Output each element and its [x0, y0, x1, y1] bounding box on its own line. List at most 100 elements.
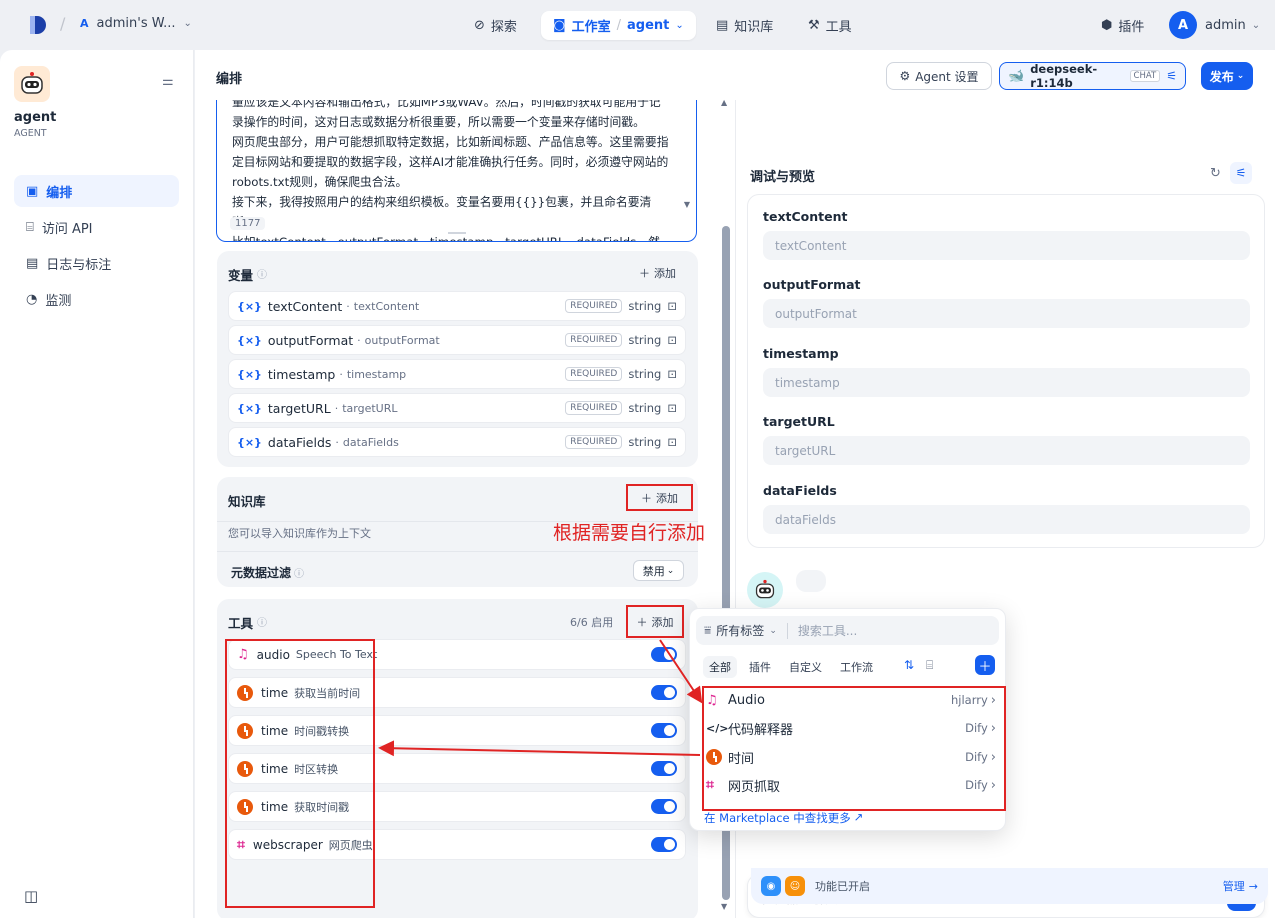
edit-icon[interactable]: ⊡ [667, 299, 677, 313]
workspace-initial: A [80, 17, 89, 30]
variable-key: textContent [353, 299, 420, 313]
chevron-down-icon: ⌄ [1236, 71, 1245, 81]
required-badge: REQUIRED [565, 299, 623, 313]
webscraper-icon: ⌗ [706, 777, 714, 793]
sidebar-collapse-settings-icon[interactable]: ⚌ [162, 74, 174, 89]
nav-studio-app[interactable]: agent [627, 18, 669, 33]
edit-icon[interactable]: ⊡ [667, 435, 677, 449]
nav-studio-label: 工作室 [571, 20, 611, 35]
variable-icon: {×} [237, 333, 262, 347]
info-icon[interactable]: ⓘ [257, 614, 267, 629]
sidebar-toggle-icon[interactable]: ◫ [24, 887, 38, 905]
tool-picker-item[interactable]: 时间 Dify › [706, 743, 996, 771]
variable-row[interactable]: {×} textContent · textContent REQUIRED s… [228, 291, 686, 321]
tool-toggle[interactable] [651, 799, 677, 814]
tool-picker-item[interactable]: </> 代码解释器 Dify › [706, 714, 996, 742]
sidebar-item-monitor[interactable]: ◔ 监测 [14, 283, 179, 315]
opener-feature-icon: ☺ [785, 876, 805, 896]
tree-view-icon[interactable]: ⌸ [926, 658, 933, 673]
tag-filter[interactable]: 所有标签 [716, 622, 764, 639]
variable-type: string [628, 401, 662, 415]
variable-row[interactable]: {×} targetURL · targetURL REQUIRED strin… [228, 393, 686, 423]
info-icon[interactable]: ⓘ [294, 565, 304, 580]
scroll-down-icon[interactable]: ▼ [721, 902, 727, 911]
app-name: agent [14, 110, 57, 125]
preview-title: 调试与预览 [750, 170, 816, 185]
prompt-line: 录操作的时间，这对日志或数据分析很重要，所以需要一个变量来存储时间戳。 [232, 115, 645, 129]
dify-logo-icon[interactable] [28, 14, 48, 36]
variable-icon: {×} [237, 367, 262, 381]
tool-toggle[interactable] [651, 837, 677, 852]
variable-key: timestamp [346, 367, 407, 381]
workspace-switcher[interactable]: A admin's W... ⌄ [80, 16, 192, 31]
marketplace-link[interactable]: 在 Marketplace 中查找更多 ↗ [704, 810, 863, 826]
model-params-icon[interactable]: ⚟ [1166, 69, 1177, 83]
sidebar-item-logs[interactable]: ▤ 日志与标注 [14, 247, 179, 279]
add-tool-icon[interactable]: ＋ [975, 655, 995, 675]
form-field-input[interactable]: outputFormat [763, 299, 1250, 328]
form-field-input[interactable]: targetURL [763, 436, 1250, 465]
prompt-line: 量应该是文本内容和输出格式，比如MP3或WAV。然后，时间戳的获取可能用于记 [232, 100, 661, 109]
resize-handle[interactable] [448, 232, 466, 234]
tab-all[interactable]: 全部 [703, 656, 737, 678]
scroll-down-icon[interactable]: ▼ [684, 200, 690, 209]
prompt-editor[interactable]: 量应该是文本内容和输出格式，比如MP3或WAV。然后，时间戳的获取可能用于记 录… [216, 100, 697, 242]
variables-add-button[interactable]: ＋ 添加 [639, 265, 676, 281]
manage-link[interactable]: 管理 [1223, 878, 1245, 894]
tool-picker-item[interactable]: ♫ Audio hjlarry › [706, 686, 996, 714]
tool-toggle[interactable] [651, 723, 677, 738]
tool-toggle[interactable] [651, 685, 677, 700]
tool-picker-item[interactable]: ⌗ 网页抓取 Dify › [706, 771, 996, 799]
agent-settings-button[interactable]: ⚙ Agent 设置 [886, 62, 992, 90]
audio-icon: ♫ [706, 692, 718, 708]
nav-studio[interactable]: ◙ 工作室 / agent ⌄ [541, 11, 696, 40]
tool-search-input[interactable]: 搜索工具... [798, 622, 857, 639]
variables-form: textContent textContent outputFormat out… [747, 194, 1265, 548]
cube-icon: ⬢ [1101, 18, 1113, 33]
char-count: 1177 [230, 217, 266, 230]
variable-row[interactable]: {×} timestamp · timestamp REQUIRED strin… [228, 359, 686, 389]
variable-key-sep: · [335, 435, 339, 449]
variable-row[interactable]: {×} outputFormat · outputFormat REQUIRED… [228, 325, 686, 355]
tools-add-button[interactable]: ＋添加 [626, 605, 684, 638]
annotation-box [225, 687, 375, 908]
settings-sliders-icon[interactable]: ⚟ [1230, 162, 1252, 184]
nav-explore[interactable]: ⊘ 探索 [474, 11, 517, 40]
tool-toggle[interactable] [651, 761, 677, 776]
code-icon: </> [706, 721, 729, 735]
form-field-input[interactable]: textContent [763, 231, 1250, 260]
info-icon[interactable]: ⓘ [257, 266, 267, 281]
nav-tools[interactable]: ⚒ 工具 [808, 11, 852, 40]
tab-plugins[interactable]: 插件 [743, 656, 777, 678]
edit-icon[interactable]: ⊡ [667, 401, 677, 415]
restart-icon[interactable]: ↻ [1210, 166, 1221, 181]
breadcrumb-separator: / [60, 14, 66, 33]
nav-knowledge[interactable]: ▤ 知识库 [716, 11, 773, 40]
metadata-filter-select[interactable]: 禁用 ⌄ [633, 560, 684, 581]
plugins-button[interactable]: ⬢ 插件 [1101, 11, 1144, 40]
tool-toggle[interactable] [651, 647, 677, 662]
prompt-line: 定目标网站和要提取的数据字段，这样AI才能准确执行任务。同时，必须遵守网站的 [232, 155, 669, 169]
sidebar-item-api[interactable]: ⌸ 访问 API [14, 211, 179, 243]
publish-button[interactable]: 发布 ⌄ [1201, 62, 1253, 90]
features-bar[interactable]: ◉ ☺ 功能已开启 管理 → [751, 868, 1268, 904]
user-menu[interactable]: admin ⌄ [1205, 11, 1260, 40]
model-selector[interactable]: 🐋 deepseek-r1:14b CHAT ⚟ [999, 62, 1186, 90]
sidebar-item-orchestrate[interactable]: ▣ 编排 [14, 175, 179, 207]
variable-row[interactable]: {×} dataFields · dataFields REQUIRED str… [228, 427, 686, 457]
prompt-text[interactable]: 量应该是文本内容和输出格式，比如MP3或WAV。然后，时间戳的获取可能用于记 录… [217, 100, 696, 241]
add-label: 添加 [656, 491, 678, 505]
form-field-input[interactable]: dataFields [763, 505, 1250, 534]
tab-workflow[interactable]: 工作流 [834, 656, 879, 678]
required-badge: REQUIRED [565, 401, 623, 415]
sort-icon[interactable]: ⇅ [904, 658, 914, 672]
user-avatar[interactable]: A [1169, 11, 1197, 39]
form-field-input[interactable]: timestamp [763, 368, 1250, 397]
knowledge-add-button[interactable]: ＋ 添加 [626, 484, 693, 511]
tab-custom[interactable]: 自定义 [783, 656, 828, 678]
chevron-down-icon: ⌄ [666, 565, 675, 576]
scroll-up-icon[interactable]: ▲ [721, 98, 727, 107]
model-name: deepseek-r1:14b [1030, 62, 1098, 90]
edit-icon[interactable]: ⊡ [667, 367, 677, 381]
edit-icon[interactable]: ⊡ [667, 333, 677, 347]
